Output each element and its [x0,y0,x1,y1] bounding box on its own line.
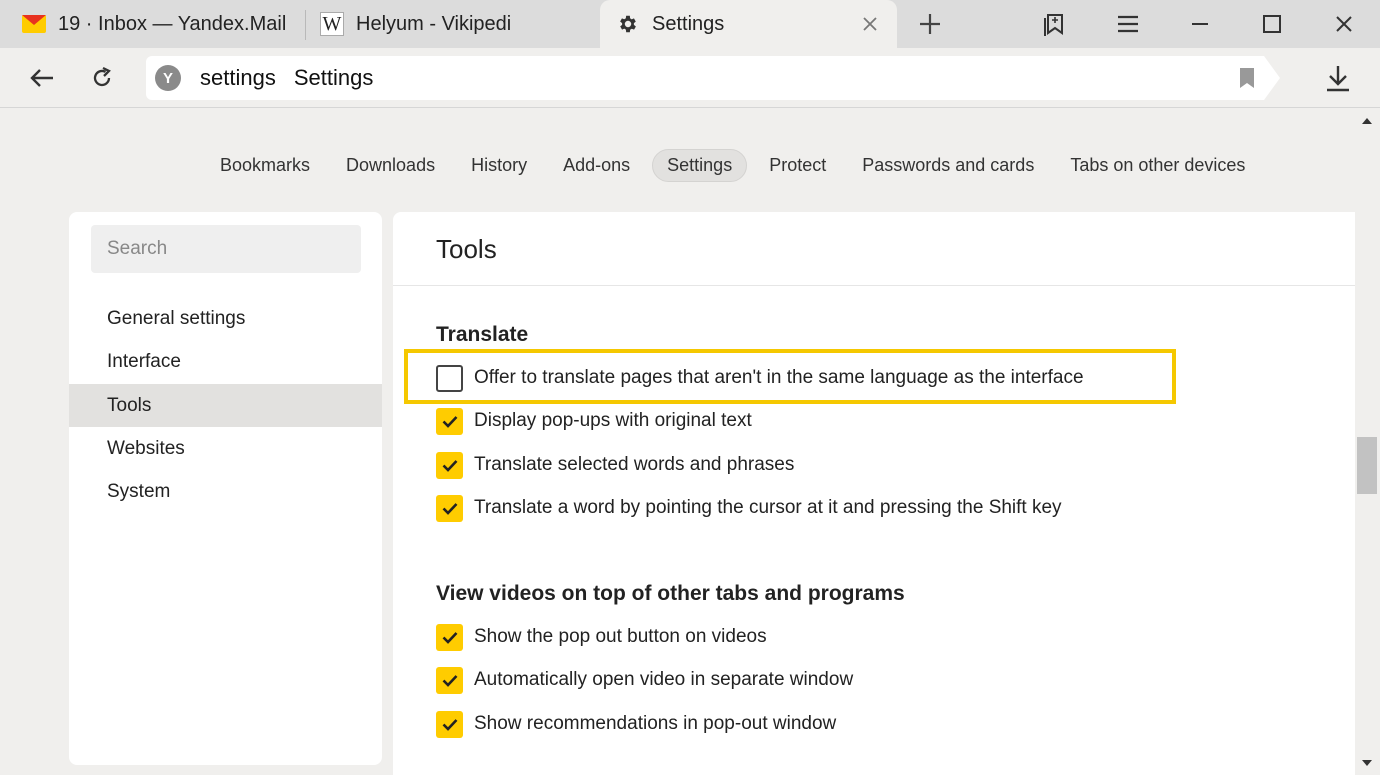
new-tab-button[interactable] [902,0,958,48]
address-url: settings [200,65,276,90]
address-bar-edge [1264,56,1280,100]
option-translate-selected[interactable]: Translate selected words and phrases [436,450,794,480]
mail-icon [22,12,46,36]
checkmark-icon [442,415,457,428]
tab-wikipedia[interactable]: W Helyum - Vikipedi [306,0,600,48]
divider [393,285,1355,286]
menu-downloads[interactable]: Downloads [328,149,453,182]
bookmark-icon[interactable] [1238,68,1256,93]
option-label: Show the pop out button on videos [474,626,767,647]
checkbox-checked[interactable] [436,407,463,435]
checkbox-checked[interactable] [436,710,463,738]
menu-protect[interactable]: Protect [751,149,844,182]
close-tab-icon[interactable] [859,13,881,35]
settings-content: Tools Translate Offer to translate pages… [393,212,1355,775]
close-window-button[interactable] [1316,0,1372,48]
menu-tabs-on-other-devices[interactable]: Tabs on other devices [1052,149,1263,182]
minimize-button[interactable] [1172,0,1228,48]
option-auto-open-video[interactable]: Automatically open video in separate win… [436,665,853,695]
tab-settings[interactable]: Settings [600,0,897,48]
sidebar-item-general-settings[interactable]: General settings [69,297,382,340]
checkmark-icon [442,502,457,515]
tab-label: 19 · Inbox — Yandex.Mail [58,12,287,35]
wikipedia-icon: W [320,12,344,36]
settings-top-menu: Bookmarks Downloads History Add-ons Sett… [202,148,1263,182]
address-title: Settings [293,65,374,90]
option-label: Translate selected words and phrases [474,454,795,475]
scrollbar-thumb[interactable] [1357,437,1377,494]
option-show-recommendations[interactable]: Show recommendations in pop-out window [436,709,836,739]
menu-icon[interactable] [1100,0,1156,48]
sidebar-item-system[interactable]: System [69,470,382,513]
section-title-video: View videos on top of other tabs and pro… [436,582,905,605]
checkmark-icon [442,631,457,644]
option-display-popups[interactable]: Display pop-ups with original text [436,406,752,436]
checkbox-checked[interactable] [436,451,463,479]
scroll-up-icon[interactable] [1362,118,1372,124]
option-label: Display pop-ups with original text [474,410,752,431]
settings-sidebar: General settings Interface Tools Website… [69,212,382,765]
tab-label: Helyum - Vikipedi [356,12,512,35]
tab-label: Settings [652,12,725,35]
option-label: Automatically open video in separate win… [474,669,854,690]
menu-settings[interactable]: Settings [652,148,748,182]
downloads-icon[interactable] [1318,58,1358,98]
reload-button[interactable] [82,58,122,98]
navigation-bar: Y settings Settings [0,48,1380,108]
back-button[interactable] [22,58,62,98]
section-title-translate: Translate [436,323,529,346]
scroll-down-icon[interactable] [1362,760,1372,766]
menu-add-ons[interactable]: Add-ons [545,149,648,182]
address-bar[interactable]: Y settings Settings [146,56,1264,100]
sidebar-item-tools[interactable]: Tools [69,384,382,427]
highlight-frame [404,349,1176,404]
checkbox-checked[interactable] [436,623,463,651]
checkmark-icon [442,459,457,472]
collections-icon[interactable] [1027,0,1083,48]
checkmark-icon [442,674,457,687]
gear-icon [616,12,640,36]
sidebar-item-websites[interactable]: Websites [69,427,382,470]
option-label: Show recommendations in pop-out window [474,713,837,734]
option-label: Translate a word by pointing the cursor … [474,497,1062,518]
tab-inbox[interactable]: 19 · Inbox — Yandex.Mail [0,0,305,48]
checkbox-checked[interactable] [436,666,463,694]
menu-passwords-and-cards[interactable]: Passwords and cards [844,149,1052,182]
sidebar-item-interface[interactable]: Interface [69,340,382,383]
checkbox-checked[interactable] [436,494,463,522]
option-show-popout-button[interactable]: Show the pop out button on videos [436,622,767,652]
checkmark-icon [442,718,457,731]
menu-bookmarks[interactable]: Bookmarks [202,149,328,182]
option-translate-word-shift[interactable]: Translate a word by pointing the cursor … [436,493,1062,523]
search-input[interactable] [91,225,361,273]
page-title: Tools [436,234,497,264]
tab-strip: 19 · Inbox — Yandex.Mail W Helyum - Viki… [0,0,1380,48]
menu-history[interactable]: History [453,149,545,182]
maximize-button[interactable] [1244,0,1300,48]
yandex-icon: Y [155,65,181,91]
